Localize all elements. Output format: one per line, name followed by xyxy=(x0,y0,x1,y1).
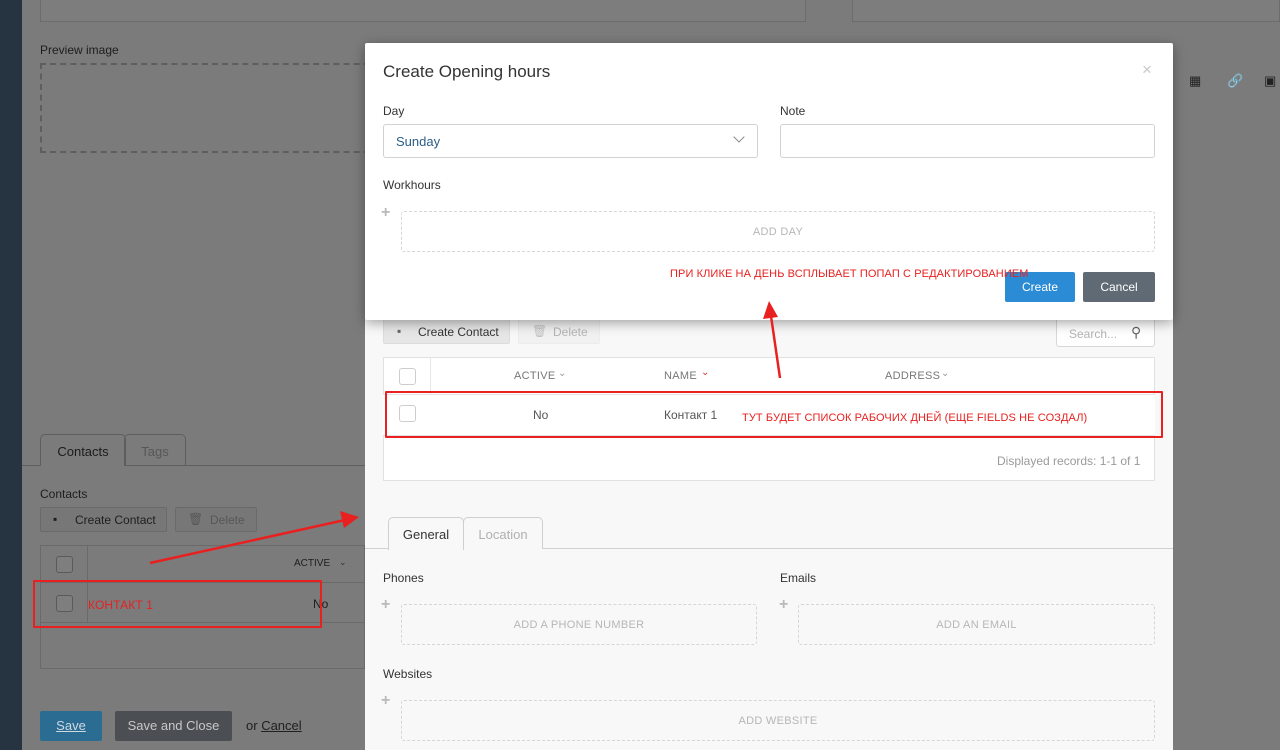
annotation-arrows xyxy=(149,301,782,565)
arrow-to-modal xyxy=(763,301,782,379)
arrow-to-window xyxy=(149,511,359,565)
